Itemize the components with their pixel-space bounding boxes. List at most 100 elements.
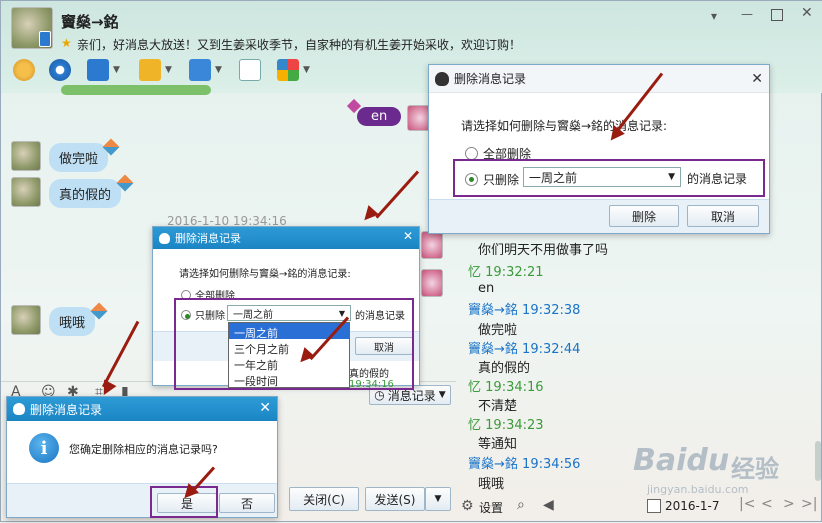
maximize-icon[interactable] [771,9,783,21]
close-icon[interactable]: ✕ [801,5,813,21]
dialog-title: 删除消息记录 [175,232,241,245]
history-sender: 忆 [468,418,482,433]
message-bubble: en [357,107,402,126]
first-page-icon[interactable]: |< [739,496,755,512]
my-avatar[interactable] [421,269,443,297]
calendar-icon[interactable] [647,499,661,513]
qq-penguin-icon [159,232,170,244]
settings-label[interactable]: 设置 [479,499,503,516]
history-message-meta: 忆 19:34:16 [468,376,544,395]
history-date: 2016-1-7 [665,499,720,513]
screen-share-icon[interactable] [189,59,211,81]
dropdown-option[interactable]: 一年之前 [229,355,349,372]
history-time: 19:34:16 [485,380,544,395]
history-message-meta: 竇燊→銘 19:32:44 [468,338,580,357]
send-options-button[interactable]: ▼ [425,487,451,511]
history-sender: 竇燊→銘 [468,303,518,318]
info-icon: i [29,433,59,463]
speaker-icon[interactable]: ◀ [543,497,554,513]
status-text: 亲们，好消息大放送！又到生姜采收季节，自家种的有机生姜开始采收，欢迎订购！ [77,38,522,52]
history-time: 19:32:38 [522,303,581,318]
radio-delete-only[interactable] [465,173,478,186]
dialog-title: 删除消息记录 [30,402,103,417]
contact-avatar-small[interactable] [11,141,41,171]
range-select[interactable]: 一周之前 ▼ [523,167,681,187]
history-message-text: 做完啦 [478,323,518,338]
dropdown-option[interactable]: 三个月之前 [229,339,349,356]
last-page-icon[interactable]: >| [801,496,817,512]
chevron-down-icon[interactable]: ▼ [303,65,310,75]
add-chat-icon[interactable] [239,59,261,81]
apps-icon[interactable] [277,59,299,81]
dialog-title-bar: 删除消息记录 [153,227,419,249]
cancel-button[interactable]: 取消 [687,205,759,227]
close-icon[interactable]: ✕ [259,400,271,416]
history-message-text: 真的假的 [478,361,531,376]
dialog-title: 删除消息记录 [454,72,527,86]
prev-page-icon[interactable]: < [761,496,773,512]
contact-avatar-small[interactable] [11,177,41,207]
watermark-url: jingyan.baidu.com [647,483,749,496]
qq-penguin-icon [435,71,449,86]
star-icon: ★ [61,36,72,50]
next-page-icon[interactable]: > [783,496,795,512]
option-delete-only[interactable]: 只删除 [465,171,519,188]
history-message-text: 等通知 [478,437,518,452]
dialog-prompt: 请选择如何删除与竇燊→銘的消息记录: [179,269,351,280]
delete-button[interactable]: 删除 [609,205,679,227]
chevron-down-icon: ▼ [438,390,446,400]
history-sender: 竇燊→銘 [468,342,518,357]
remote-desktop-icon[interactable] [87,59,109,81]
history-time: 19:32:44 [522,342,581,357]
confirm-message: 您确定删除相应的消息记录吗? [69,443,218,456]
no-button[interactable]: 否 [219,493,275,513]
history-message-text: en [478,281,495,296]
chevron-down-icon: ▼ [668,172,675,182]
dialog-title-bar: 删除消息记录 [7,397,277,421]
history-scrollbar[interactable] [815,441,821,481]
minimize-icon[interactable]: — [741,7,753,21]
message-bubble-partial [61,85,211,95]
gear-icon[interactable]: ⚙ [461,498,474,514]
search-icon[interactable]: ⌕ [517,497,525,513]
message-bubble: 做完啦 [49,143,109,172]
history-time: 19:34:23 [485,418,544,433]
message-bubble: 真的假的 [49,179,122,208]
history-message-meta: 竇燊→銘 19:32:38 [468,299,580,318]
send-button[interactable]: 发送(S) [365,487,425,511]
history-message-meta: 竇燊→銘 19:34:56 [468,453,580,472]
chevron-down-icon[interactable]: ▼ [165,65,172,75]
close-icon[interactable]: ✕ [751,71,763,87]
history-message-meta: 忆 19:32:21 [468,261,544,280]
history-sender: 竇燊→銘 [468,457,518,472]
skin-icon[interactable]: ▾ [711,9,717,23]
history-message-text: 不清楚 [478,399,518,414]
history-time: 19:32:21 [485,265,544,280]
delete-dialog-large: 删除消息记录 ✕ 请选择如何删除与竇燊→銘的消息记录: 全部删除 只删除 一周之… [428,64,770,234]
history-time: 19:34:56 [522,457,581,472]
mobile-icon [39,31,51,47]
contact-name: 竇燊→銘 [61,13,119,31]
history-message-text: 你们明天不用做事了吗 [478,243,609,258]
voice-call-icon[interactable] [13,59,35,81]
confirm-dialog: 删除消息记录 ✕ i 您确定删除相应的消息记录吗? 是 否 [6,396,278,518]
send-file-icon[interactable] [139,59,161,81]
watermark-suffix: 经验 [731,455,779,483]
chevron-down-icon[interactable]: ▼ [215,65,222,75]
message-bubble: 哦哦 [49,307,96,336]
clock-icon: ◷ [374,388,385,402]
chevron-down-icon[interactable]: ▼ [113,65,120,75]
history-sender: 忆 [468,265,482,280]
video-call-icon[interactable] [49,59,71,81]
chevron-down-icon: ▼ [434,494,442,504]
history-message-meta: 忆 19:34:23 [468,414,544,433]
close-icon[interactable]: ✕ [403,229,413,243]
dropdown-option[interactable]: 一段时间 [229,371,349,388]
history-message-text: 哦哦 [478,477,505,492]
contact-avatar-small[interactable] [11,305,41,335]
close-button[interactable]: 关闭(C) [289,487,359,511]
history-sender: 忆 [468,380,482,395]
qq-penguin-icon [13,403,25,415]
watermark-brand: Baidu [633,443,730,478]
my-avatar[interactable] [421,231,443,259]
